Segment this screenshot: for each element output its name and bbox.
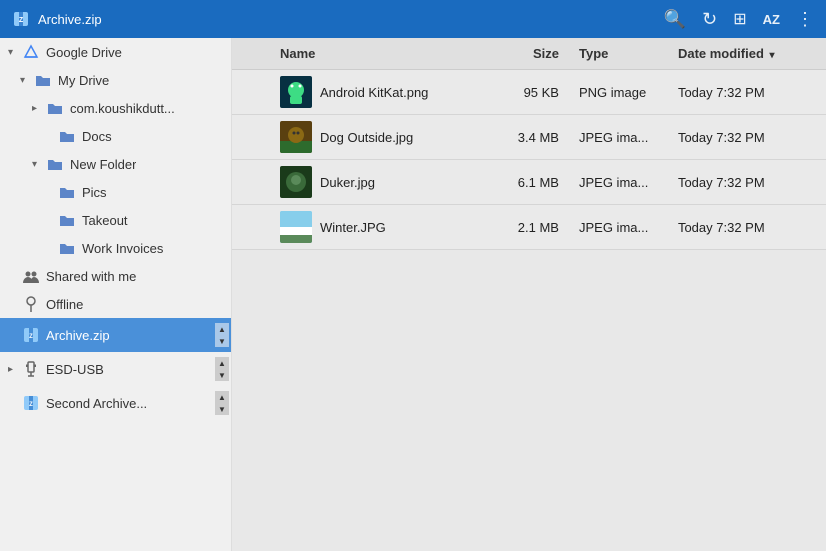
sidebar-label-work-invoices: Work Invoices [82, 241, 163, 256]
file-thumbnail [280, 166, 312, 198]
search-button[interactable]: 🔍 [664, 9, 686, 30]
sidebar-item-work-invoices[interactable]: ▸ Work Invoices [0, 234, 231, 262]
file-table: Name Size Type Date modified ▾ [232, 38, 826, 250]
sidebar-item-esd-usb[interactable]: ▸ ESD-USB ▲ ▼ [0, 352, 231, 386]
expand-arrow-new-folder: ▾ [32, 159, 46, 170]
sidebar-item-my-drive[interactable]: ▾ My Drive [0, 66, 231, 94]
sidebar-label-pics: Pics [82, 185, 107, 200]
file-size: 95 KB [490, 70, 569, 115]
expand-arrow-google-drive: ▾ [8, 47, 22, 58]
file-size: 2.1 MB [490, 205, 569, 250]
sidebar-label-takeout: Takeout [82, 213, 128, 228]
titlebar: Z Archive.zip 🔍 ↻ ⊞ AZ ⋮ [0, 0, 826, 38]
zip-icon-second: Z [22, 394, 40, 412]
sidebar-item-docs[interactable]: ▸ Docs [0, 122, 231, 150]
file-size: 3.4 MB [490, 115, 569, 160]
table-row[interactable]: Duker.jpg 6.1 MB JPEG ima... Today 7:32 … [232, 160, 826, 205]
scrollbar-esd-usb[interactable]: ▲ ▼ [215, 357, 229, 381]
sidebar-label-esd-usb: ESD-USB [46, 362, 104, 377]
file-date: Today 7:32 PM [668, 70, 826, 115]
table-row[interactable]: Dog Outside.jpg 3.4 MB JPEG ima... Today… [232, 115, 826, 160]
sidebar-item-new-folder[interactable]: ▾ New Folder [0, 150, 231, 178]
file-name: Android KitKat.png [320, 85, 428, 100]
table-row[interactable]: Android KitKat.png 95 KB PNG image Today… [232, 70, 826, 115]
sidebar-label-shared-with-me: Shared with me [46, 269, 136, 284]
folder-icon-pics [58, 183, 76, 201]
folder-icon-docs [58, 127, 76, 145]
sidebar-label-google-drive: Google Drive [46, 45, 122, 60]
sidebar-item-shared-with-me[interactable]: ▸ Shared with me [0, 262, 231, 290]
sort-arrow-date: ▾ [770, 50, 775, 61]
titlebar-actions: 🔍 ↻ ⊞ AZ ⋮ [664, 9, 814, 30]
file-date: Today 7:32 PM [668, 205, 826, 250]
column-header-date[interactable]: Date modified ▾ [668, 38, 826, 70]
refresh-button[interactable]: ↻ [702, 9, 717, 30]
titlebar-left: Z Archive.zip [12, 10, 102, 28]
expand-arrow-esd-usb: ▸ [8, 364, 22, 375]
sidebar-label-com-koushik: com.koushikdutt... [70, 101, 175, 116]
file-type: JPEG ima... [569, 205, 668, 250]
svg-text:Z: Z [29, 402, 33, 408]
file-date: Today 7:32 PM [668, 115, 826, 160]
sidebar-item-archive-zip[interactable]: ▸ Z Archive.zip ▲ ▼ [0, 318, 231, 352]
sidebar-item-takeout[interactable]: ▸ Takeout [0, 206, 231, 234]
scrollbar-archive[interactable]: ▲ ▼ [215, 323, 229, 347]
sidebar-label-docs: Docs [82, 129, 112, 144]
table-header-row: Name Size Type Date modified ▾ [232, 38, 826, 70]
expand-arrow-com-koushik: ▸ [32, 103, 46, 114]
folder-icon-takeout [58, 211, 76, 229]
svg-text:Z: Z [19, 17, 24, 24]
file-thumbnail [280, 211, 312, 243]
zip-icon: Z [22, 326, 40, 344]
column-header-name[interactable]: Name [232, 38, 490, 70]
sidebar-item-second-archive[interactable]: ▸ Z Second Archive... ▲ ▼ [0, 386, 231, 420]
file-type: JPEG ima... [569, 115, 668, 160]
expand-arrow-my-drive: ▾ [20, 75, 34, 86]
folder-icon-com-koushik [46, 99, 64, 117]
scrollbar-second-archive[interactable]: ▲ ▼ [215, 391, 229, 415]
file-size: 6.1 MB [490, 160, 569, 205]
sidebar-item-pics[interactable]: ▸ Pics [0, 178, 231, 206]
sort-button[interactable]: AZ [763, 12, 780, 27]
zip-title-icon: Z [12, 10, 30, 28]
sidebar-item-google-drive[interactable]: ▾ Google Drive [0, 38, 231, 66]
file-thumbnail [280, 76, 312, 108]
column-header-type[interactable]: Type [569, 38, 668, 70]
file-type: JPEG ima... [569, 160, 668, 205]
column-header-size[interactable]: Size [490, 38, 569, 70]
file-name: Dog Outside.jpg [320, 130, 413, 145]
more-options-button[interactable]: ⋮ [796, 9, 814, 30]
folder-icon-new-folder [46, 155, 64, 173]
svg-text:Z: Z [29, 334, 33, 340]
window-title: Archive.zip [38, 12, 102, 27]
sidebar-item-offline[interactable]: ▸ Offline [0, 290, 231, 318]
table-row[interactable]: Winter.JPG 2.1 MB JPEG ima... Today 7:32… [232, 205, 826, 250]
content-area: Name Size Type Date modified ▾ [232, 38, 826, 551]
sidebar: ▾ Google Drive ▾ My Drive ▸ com.koushi [0, 38, 232, 551]
file-type: PNG image [569, 70, 668, 115]
grid-view-button[interactable]: ⊞ [733, 9, 746, 29]
sidebar-label-new-folder: New Folder [70, 157, 136, 172]
main-container: ▾ Google Drive ▾ My Drive ▸ com.koushi [0, 38, 826, 551]
pin-icon [22, 295, 40, 313]
sidebar-label-archive-zip: Archive.zip [46, 328, 110, 343]
file-name: Winter.JPG [320, 220, 386, 235]
folder-icon-my-drive [34, 71, 52, 89]
people-icon [22, 267, 40, 285]
file-name: Duker.jpg [320, 175, 375, 190]
sidebar-label-offline: Offline [46, 297, 83, 312]
sidebar-label-my-drive: My Drive [58, 73, 109, 88]
sidebar-item-com-koushik[interactable]: ▸ com.koushikdutt... [0, 94, 231, 122]
file-thumbnail [280, 121, 312, 153]
sidebar-label-second-archive: Second Archive... [46, 396, 147, 411]
gdrive-icon [22, 43, 40, 61]
folder-icon-work-invoices [58, 239, 76, 257]
usb-icon [22, 360, 40, 378]
file-date: Today 7:32 PM [668, 160, 826, 205]
